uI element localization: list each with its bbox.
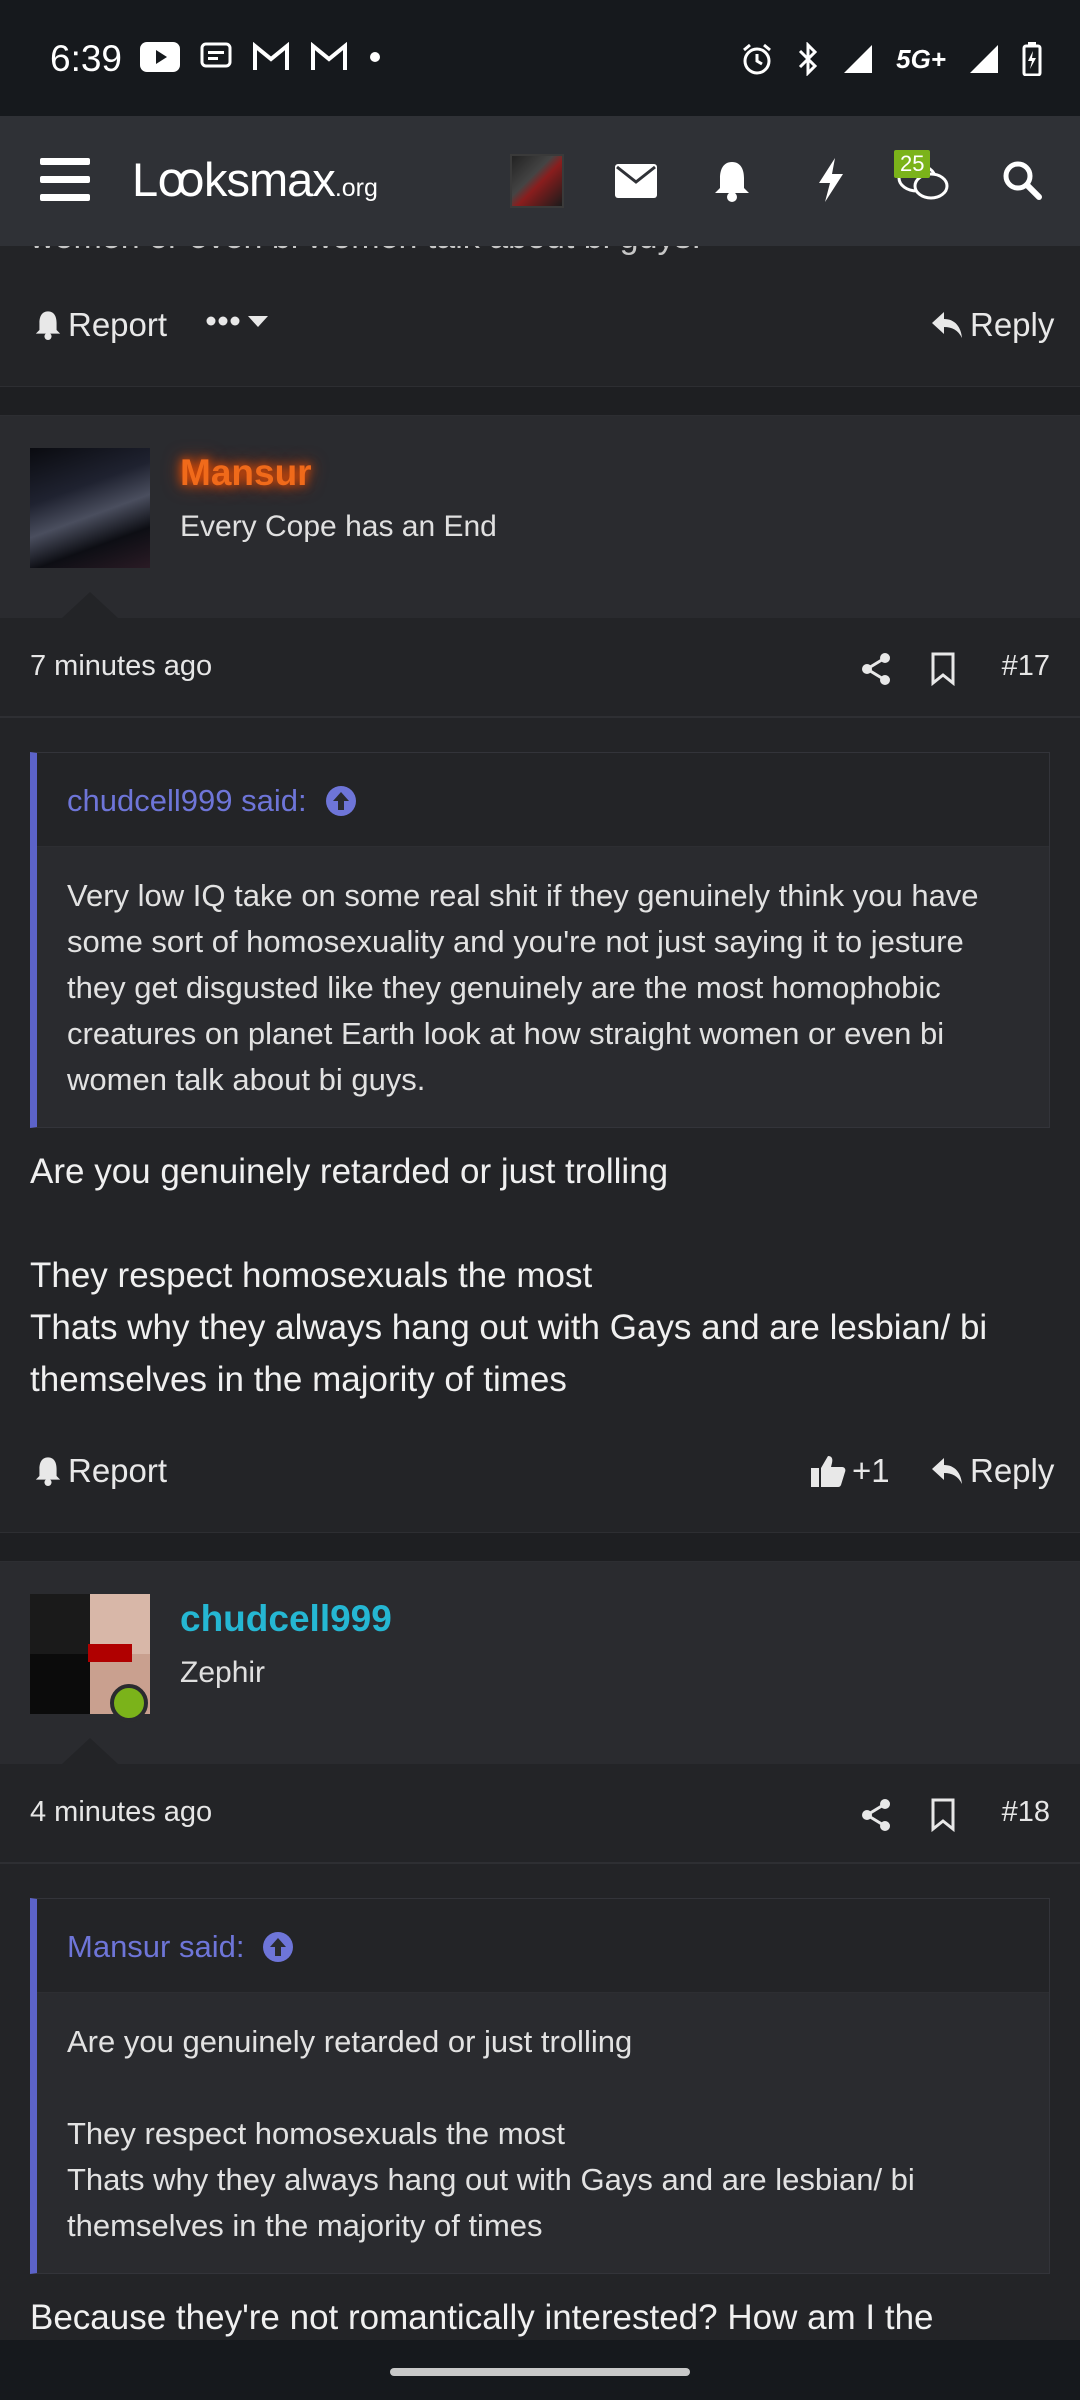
avatar[interactable] — [30, 448, 150, 568]
post-number[interactable]: #18 — [1002, 1796, 1050, 1829]
gmail-icon — [311, 42, 347, 70]
status-bar: 6:39 5G+ — [0, 0, 1080, 116]
share-icon[interactable] — [860, 652, 892, 686]
quote-author: Mansur said: — [67, 1929, 245, 1964]
arrow-up-circle-icon — [325, 786, 356, 816]
lightning-icon[interactable] — [817, 158, 845, 202]
site-logo[interactable]: Lꝏksmax.org — [132, 152, 378, 208]
reply-label: Reply — [970, 306, 1055, 343]
user-title: Zephir — [180, 1656, 266, 1689]
menu-icon[interactable] — [40, 158, 90, 202]
quote-header: chudcell999 said: — [37, 753, 1049, 847]
quote-author: chudcell999 said: — [67, 783, 307, 818]
message-line: Are you genuinely retarded or just troll… — [30, 1152, 669, 1191]
pointer-arrow — [62, 592, 118, 618]
post-time[interactable]: 7 minutes ago — [30, 650, 212, 683]
logo-text: Lꝏksmax — [132, 153, 336, 206]
battery-icon — [1022, 42, 1042, 76]
quote-header: Mansur said: — [37, 1899, 1049, 1993]
quote-line: Thats why they always hang out with Gays… — [67, 2162, 915, 2243]
more-icon — [206, 316, 268, 327]
status-time: 6:39 — [50, 38, 123, 79]
reaction-count: +1 — [852, 1452, 890, 1489]
quote-text: Very low IQ take on some real shit if th… — [67, 878, 979, 1097]
bell-icon — [35, 311, 61, 340]
share-icon[interactable] — [860, 1798, 892, 1832]
report-label: Report — [68, 306, 168, 343]
post-separator — [0, 386, 1080, 416]
post-message: Because they're not romantically interes… — [30, 2298, 934, 2337]
network-type: 5G+ — [896, 43, 946, 74]
username[interactable]: chudcell999 — [180, 1598, 392, 1640]
quote-text: Are you genuinely retarded or just troll… — [37, 1993, 1049, 2249]
message-line — [30, 1198, 1060, 1250]
arrow-up-circle-icon — [263, 1932, 294, 1962]
online-indicator — [110, 1684, 148, 1722]
post-meta: 4 minutes ago #18 — [0, 1764, 1080, 1864]
bell-icon — [35, 1457, 61, 1486]
message-icon — [200, 42, 232, 68]
report-button[interactable]: Report — [34, 306, 167, 344]
user-avatar[interactable] — [510, 154, 564, 208]
pointer-arrow — [62, 1738, 118, 1764]
alarm-icon — [743, 43, 772, 75]
post-message: Are you genuinely retarded or just troll… — [30, 1146, 1060, 1406]
quote-author-link[interactable]: chudcell999 said: — [67, 783, 357, 819]
post-author-header: chudcell999 Zephir — [0, 1562, 1080, 1764]
notification-dot-icon — [370, 52, 380, 62]
message-line: They respect homosexuals the most — [30, 1256, 593, 1295]
gesture-bar — [0, 2340, 1080, 2400]
username[interactable]: Mansur — [180, 452, 312, 494]
report-label: Report — [68, 1452, 168, 1489]
report-button[interactable]: Report — [34, 1452, 167, 1490]
post-number[interactable]: #17 — [1002, 650, 1050, 683]
bluetooth-icon — [799, 42, 818, 76]
home-indicator[interactable] — [390, 2368, 690, 2376]
gmail-icon — [253, 42, 289, 70]
bookmark-icon[interactable] — [930, 652, 956, 686]
quote-line: Are you genuinely retarded or just troll… — [67, 2024, 633, 2059]
message-line: Thats why they always hang out with Gays… — [30, 1308, 988, 1399]
post-actions: Report +1 Reply — [0, 1438, 1080, 1508]
post-separator — [0, 1532, 1080, 1562]
post-time[interactable]: 4 minutes ago — [30, 1796, 212, 1829]
signal-icon — [970, 45, 998, 73]
quote-block: chudcell999 said: Very low IQ take on so… — [30, 752, 1050, 1128]
search-icon[interactable] — [1002, 160, 1042, 200]
post-author-header: Mansur Every Cope has an End — [0, 416, 1080, 618]
reply-label: Reply — [970, 1452, 1055, 1489]
quote-author-link[interactable]: Mansur said: — [67, 1929, 294, 1965]
user-title: Every Cope has an End — [180, 510, 497, 543]
like-button[interactable]: +1 — [810, 1452, 890, 1490]
logo-suffix: .org — [334, 174, 378, 202]
reply-icon — [932, 1458, 962, 1484]
bell-icon[interactable] — [714, 160, 750, 202]
bookmark-icon[interactable] — [930, 1798, 956, 1832]
more-options-button[interactable] — [206, 306, 274, 336]
reply-button[interactable]: Reply — [930, 306, 1054, 344]
quote-line — [67, 2065, 1019, 2111]
reply-button[interactable]: Reply — [930, 1452, 1054, 1490]
chat-badge: 25 — [894, 150, 931, 178]
site-navbar: Lꝏksmax.org 25 — [0, 116, 1080, 246]
previous-post-actions: Report Reply — [0, 292, 1080, 362]
post-meta: 7 minutes ago #17 — [0, 618, 1080, 718]
mail-icon[interactable] — [615, 164, 657, 198]
quote-block: Mansur said: Are you genuinely retarded … — [30, 1898, 1050, 2274]
quote-line: They respect homosexuals the most — [67, 2116, 565, 2151]
signal-icon — [844, 45, 873, 73]
reply-icon — [932, 312, 962, 338]
thumbs-up-icon — [811, 1456, 846, 1487]
youtube-icon — [140, 42, 180, 72]
